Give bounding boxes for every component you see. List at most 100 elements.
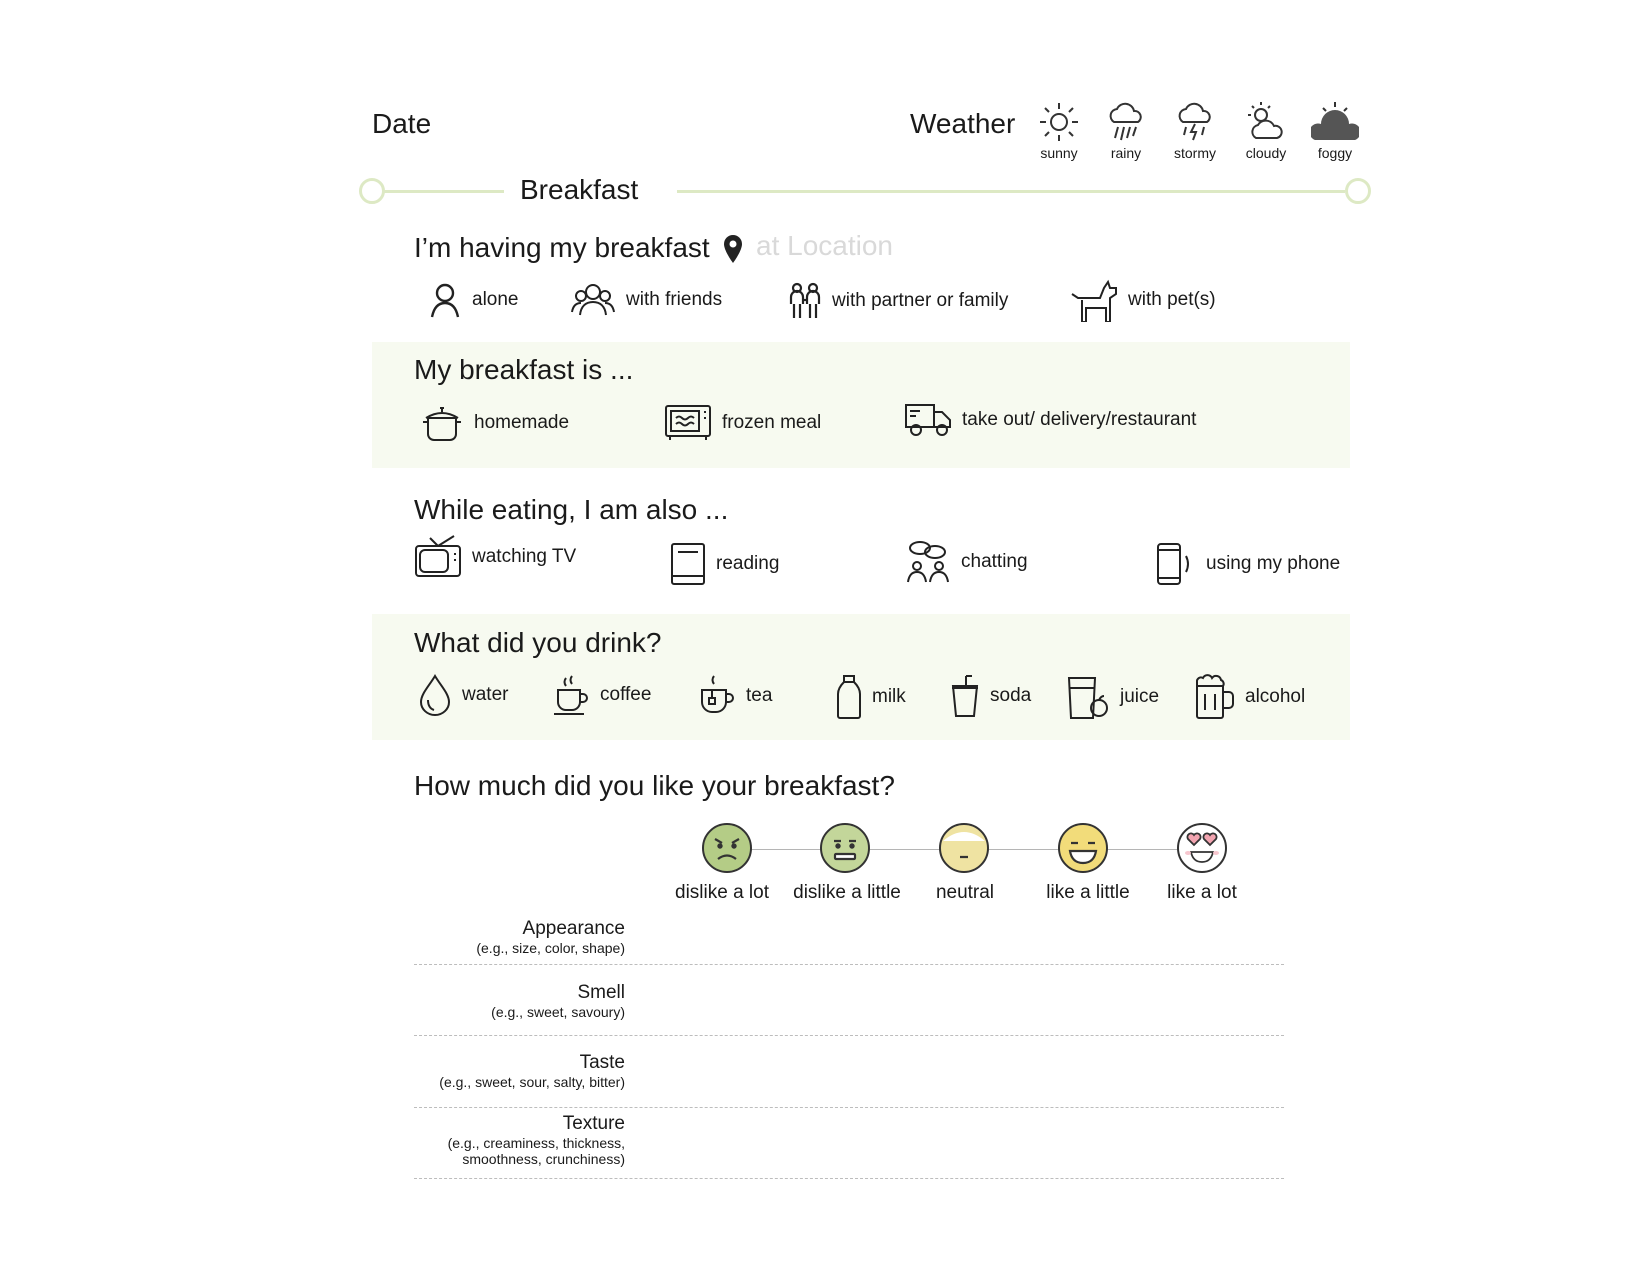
activity-option-tv[interactable]: watching TV xyxy=(414,534,576,580)
row-hint-smell: (e.g., sweet, savoury) xyxy=(491,1004,625,1020)
meal-label-homemade: homemade xyxy=(474,412,570,433)
weather-label-stormy: stormy xyxy=(1174,145,1216,161)
row-label-taste: Taste xyxy=(579,1052,625,1073)
water-drop-icon xyxy=(419,674,451,716)
drink-option-alcohol[interactable]: alcohol xyxy=(1193,674,1305,720)
milk-bottle-icon xyxy=(837,675,861,719)
company-label-alone: alone xyxy=(472,289,519,310)
sun-behind-cloud-icon xyxy=(1248,102,1283,139)
weather-option-stormy[interactable]: stormy xyxy=(1163,100,1227,161)
meal-type-heading: My breakfast is ... xyxy=(414,354,634,385)
storm-cloud-icon xyxy=(1178,102,1211,141)
rating-row-appearance: Appearance (e.g., size, color, shape) xyxy=(476,918,625,956)
book-icon xyxy=(671,543,705,585)
divider-line-left xyxy=(382,190,504,193)
company-option-alone[interactable]: alone xyxy=(428,282,519,318)
drink-label-water: water xyxy=(462,684,509,705)
microwave-icon xyxy=(665,405,711,440)
drink-label-tea: tea xyxy=(746,685,773,706)
scale-label-like-a-lot: like a lot xyxy=(1167,882,1237,903)
face-neutral-icon[interactable] xyxy=(939,823,989,873)
row-rule-appearance xyxy=(414,964,1284,965)
row-rule-smell xyxy=(414,1035,1284,1036)
company-option-partner-family[interactable]: with partner or family xyxy=(788,282,1008,320)
activity-label-phone: using my phone xyxy=(1206,553,1341,574)
activity-label-reading: reading xyxy=(716,553,780,574)
delivery-truck-icon xyxy=(905,404,951,436)
row-hint-appearance: (e.g., size, color, shape) xyxy=(476,940,625,956)
activity-option-reading[interactable]: reading xyxy=(670,542,779,586)
activity-label-chatting: chatting xyxy=(961,551,1028,572)
face-like-a-lot-icon[interactable] xyxy=(1177,823,1227,873)
row-rule-texture xyxy=(414,1178,1284,1179)
phone-icon xyxy=(1157,543,1189,585)
drink-option-milk[interactable]: milk xyxy=(836,674,906,720)
company-label-pets: with pet(s) xyxy=(1128,289,1216,310)
meal-label-takeout: take out/ delivery/restaurant xyxy=(962,409,1197,430)
tv-icon xyxy=(415,535,461,577)
person-icon xyxy=(430,283,460,318)
meal-label-frozen: frozen meal xyxy=(722,412,822,433)
company-option-pets[interactable]: with pet(s) xyxy=(1070,278,1216,322)
row-rule-taste xyxy=(414,1107,1284,1108)
sun-icon xyxy=(1040,103,1078,141)
scale-label-neutral: neutral xyxy=(935,882,995,903)
row-hint-taste: (e.g., sweet, sour, salty, bitter) xyxy=(439,1074,625,1090)
divider-line-right xyxy=(677,190,1345,193)
row-label-texture: Texture xyxy=(562,1113,625,1134)
meal-option-homemade[interactable]: homemade xyxy=(420,404,569,442)
weather-label-sunny: sunny xyxy=(1040,145,1078,161)
meal-option-takeout[interactable]: take out/ delivery/restaurant xyxy=(904,402,1196,438)
chat-people-icon xyxy=(907,541,949,583)
weather-option-rainy[interactable]: rainy xyxy=(1094,100,1158,161)
drink-option-coffee[interactable]: coffee xyxy=(552,674,651,716)
rating-row-smell: Smell (e.g., sweet, savoury) xyxy=(491,982,625,1020)
section-title: Breakfast xyxy=(520,174,639,205)
weather-label: Weather xyxy=(910,108,1016,139)
location-input[interactable]: at Location xyxy=(756,230,893,262)
weather-label-cloudy: cloudy xyxy=(1245,145,1287,161)
juice-glass-icon xyxy=(1067,677,1108,719)
weather-option-sunny[interactable]: sunny xyxy=(1027,100,1091,161)
drink-label-milk: milk xyxy=(872,686,906,707)
drinks-heading: What did you drink? xyxy=(414,627,662,658)
meal-option-frozen[interactable]: frozen meal xyxy=(664,404,821,442)
divider-ring-right xyxy=(1345,178,1371,204)
rain-cloud-icon xyxy=(1109,102,1142,141)
company-heading: I’m having my breakfast xyxy=(414,232,710,263)
drink-label-juice: juice xyxy=(1120,686,1160,707)
drink-option-water[interactable]: water xyxy=(418,674,508,716)
weather-option-cloudy[interactable]: cloudy xyxy=(1234,100,1298,161)
weather-option-foggy[interactable]: foggy xyxy=(1303,100,1367,161)
drink-option-tea[interactable]: tea xyxy=(698,674,772,718)
location-pin-icon xyxy=(724,235,742,263)
activity-option-phone[interactable]: using my phone xyxy=(1156,542,1340,586)
activity-option-chatting[interactable]: chatting xyxy=(905,540,1028,584)
row-hint2-texture: smoothness, crunchiness) xyxy=(462,1151,625,1167)
tea-cup-icon xyxy=(701,675,734,713)
row-hint-texture: (e.g., creaminess, thickness, xyxy=(447,1135,625,1151)
face-dislike-a-little-icon[interactable] xyxy=(820,823,870,873)
drink-option-soda[interactable]: soda xyxy=(950,674,1031,718)
drink-option-juice[interactable]: juice xyxy=(1066,674,1159,720)
dog-icon xyxy=(1071,279,1117,322)
company-option-friends[interactable]: with friends xyxy=(570,282,722,318)
couple-icon xyxy=(789,282,821,318)
drink-label-soda: soda xyxy=(990,685,1032,706)
activities-heading: While eating, I am also ... xyxy=(414,494,729,525)
rating-row-taste: Taste (e.g., sweet, sour, salty, bitter) xyxy=(439,1052,625,1090)
row-label-appearance: Appearance xyxy=(522,918,625,939)
face-dislike-a-lot-icon[interactable] xyxy=(702,823,752,873)
row-label-smell: Smell xyxy=(577,982,625,1003)
rating-heading: How much did you like your breakfast? xyxy=(414,770,895,801)
date-label: Date xyxy=(372,108,432,139)
group-icon xyxy=(571,284,615,316)
weather-label-rainy: rainy xyxy=(1110,145,1142,161)
beer-mug-icon xyxy=(1195,674,1234,719)
weather-label-foggy: foggy xyxy=(1317,145,1353,161)
face-like-a-little-icon[interactable] xyxy=(1058,823,1108,873)
drink-label-coffee: coffee xyxy=(600,684,652,705)
fog-icon xyxy=(1311,102,1359,140)
scale-label-dislike-a-lot: dislike a lot xyxy=(675,882,769,903)
company-label-friends: with friends xyxy=(626,289,723,310)
